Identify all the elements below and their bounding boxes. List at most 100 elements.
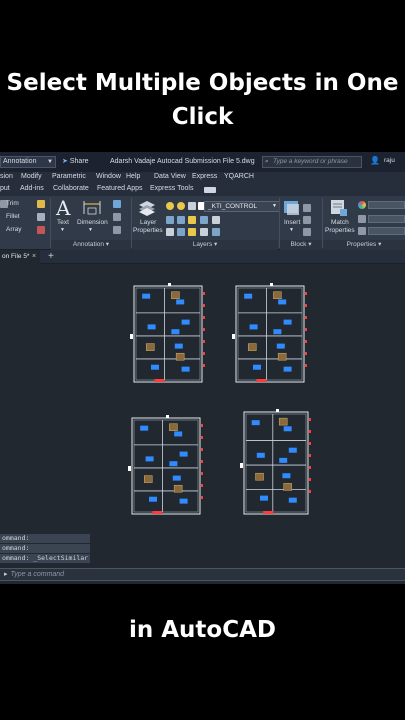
plan-outline (131, 417, 201, 515)
plan-outline (235, 285, 305, 383)
chevron-down-icon: ▼ (289, 227, 294, 233)
close-icon[interactable]: × (32, 250, 36, 264)
leader-icon[interactable] (113, 200, 121, 208)
furniture-block (181, 319, 190, 325)
furniture-block (278, 299, 287, 305)
grip-marker (276, 409, 279, 412)
grip-marker (130, 334, 133, 339)
door-marker (305, 292, 307, 295)
layer-tool-icon[interactable] (200, 216, 208, 224)
layer-tool-icon[interactable] (212, 228, 220, 236)
command-history-line: ommand: (0, 534, 91, 543)
door-marker (203, 364, 205, 367)
layer-tool-icon[interactable] (177, 228, 185, 236)
user-icon[interactable]: 👤 (370, 156, 380, 165)
tab-add-ins[interactable]: Add-ins (20, 185, 44, 192)
door-marker (309, 478, 311, 481)
linetype-icon[interactable] (358, 227, 366, 235)
furniture-block (278, 417, 288, 426)
ribbon-toggle-button[interactable] (204, 187, 216, 193)
furniture-block (244, 293, 253, 299)
layer-tool-icon[interactable] (188, 228, 196, 236)
current-layer: _KTI_CONTROL (208, 203, 258, 210)
menu-item-modify[interactable]: Modify (21, 173, 42, 180)
lock-icon[interactable] (188, 202, 196, 210)
layer-tool-icon[interactable] (212, 216, 220, 224)
linetype-dropdown[interactable] (368, 227, 405, 235)
drawing-canvas[interactable] (0, 264, 405, 534)
menu-item-help[interactable]: Help (126, 173, 140, 180)
panel-title-annotation[interactable]: Annotation ▾ (51, 240, 131, 250)
workspace-dropdown[interactable]: Annotation ▼ (0, 156, 56, 168)
furniture-block (174, 431, 183, 437)
layer-tool-icon[interactable] (177, 216, 185, 224)
door-marker (154, 379, 165, 382)
tab-output[interactable]: put (0, 185, 10, 192)
layer-properties-label-1: Layer (140, 219, 157, 226)
layer-tool-icon[interactable] (188, 216, 196, 224)
panel-title-properties[interactable]: Properties ▾ (323, 240, 405, 250)
door-marker (201, 436, 203, 439)
lightbulb-icon[interactable] (166, 202, 174, 210)
block-tool-icon[interactable] (303, 204, 311, 212)
share-label: Share (69, 158, 89, 165)
caption-title: Select Multiple Objects in One Click (0, 66, 405, 134)
tab-express-tools[interactable]: Express Tools (150, 185, 193, 192)
menu-item[interactable]: sion (0, 173, 13, 180)
furniture-block (176, 299, 185, 305)
panel-title-layers[interactable]: Layers ▾ (132, 240, 278, 250)
trim-button[interactable]: Trim (6, 200, 19, 207)
dimension-label: Dimension (77, 219, 108, 226)
furniture-block (255, 472, 264, 481)
grip-marker (168, 283, 171, 286)
layer-tool-icon[interactable] (200, 228, 208, 236)
tab-featured-apps[interactable]: Featured Apps (97, 185, 143, 192)
command-input[interactable]: ▸ Type a command (0, 568, 405, 581)
door-marker (305, 304, 307, 307)
share-button[interactable]: ➤ Share (62, 156, 89, 168)
lineweight-dropdown[interactable] (368, 215, 405, 223)
furniture-block (279, 457, 288, 463)
menu-item-yqarch[interactable]: YQARCH (224, 173, 254, 180)
user-name[interactable]: raju (384, 157, 395, 164)
menu-item-express[interactable]: Express (192, 173, 217, 180)
scale-icon[interactable] (37, 213, 45, 221)
lineweight-icon[interactable] (358, 215, 366, 223)
layer-tool-icon[interactable] (166, 216, 174, 224)
share-icon: ➤ (62, 158, 68, 165)
layer-dropdown[interactable]: _KTI_CONTROL ▼ (204, 201, 280, 212)
sun-icon[interactable] (177, 202, 185, 210)
color-dropdown[interactable] (368, 201, 405, 209)
menu-item-window[interactable]: Window (96, 173, 121, 180)
array-button[interactable]: Array (6, 226, 22, 233)
explode-icon[interactable] (37, 226, 45, 234)
plan-inner-wall (135, 287, 201, 381)
markup-icon[interactable] (113, 226, 121, 234)
panel-title-block[interactable]: Block ▾ (280, 240, 322, 250)
door-marker (203, 328, 205, 331)
furniture-block (171, 291, 180, 300)
table-icon[interactable] (113, 213, 121, 221)
furniture-block (249, 324, 258, 330)
door-marker (256, 379, 267, 382)
menu-item-parametric[interactable]: Parametric (52, 173, 86, 180)
color-wheel-icon[interactable] (358, 201, 366, 209)
tab-collaborate[interactable]: Collaborate (53, 185, 89, 192)
furniture-block (253, 364, 261, 370)
block-tool-icon[interactable] (303, 228, 311, 236)
menu-item-data-view[interactable]: Data View (154, 173, 186, 180)
grip-marker (232, 334, 235, 339)
furniture-block (247, 343, 257, 351)
furniture-block (145, 343, 155, 351)
chevron-down-icon: ▼ (47, 159, 53, 165)
pencil-icon[interactable] (37, 200, 45, 208)
block-tool-icon[interactable] (303, 216, 311, 224)
fillet-button[interactable]: Fillet (6, 213, 20, 220)
grip-marker (166, 415, 169, 418)
add-tab-button[interactable]: + (48, 250, 54, 264)
layer-tool-icon[interactable] (166, 228, 174, 236)
door-marker (201, 496, 203, 499)
command-history-line: ommand: (0, 544, 91, 553)
door-marker (201, 484, 203, 487)
search-input[interactable]: ⌕ Type a keyword or phrase (262, 156, 362, 168)
